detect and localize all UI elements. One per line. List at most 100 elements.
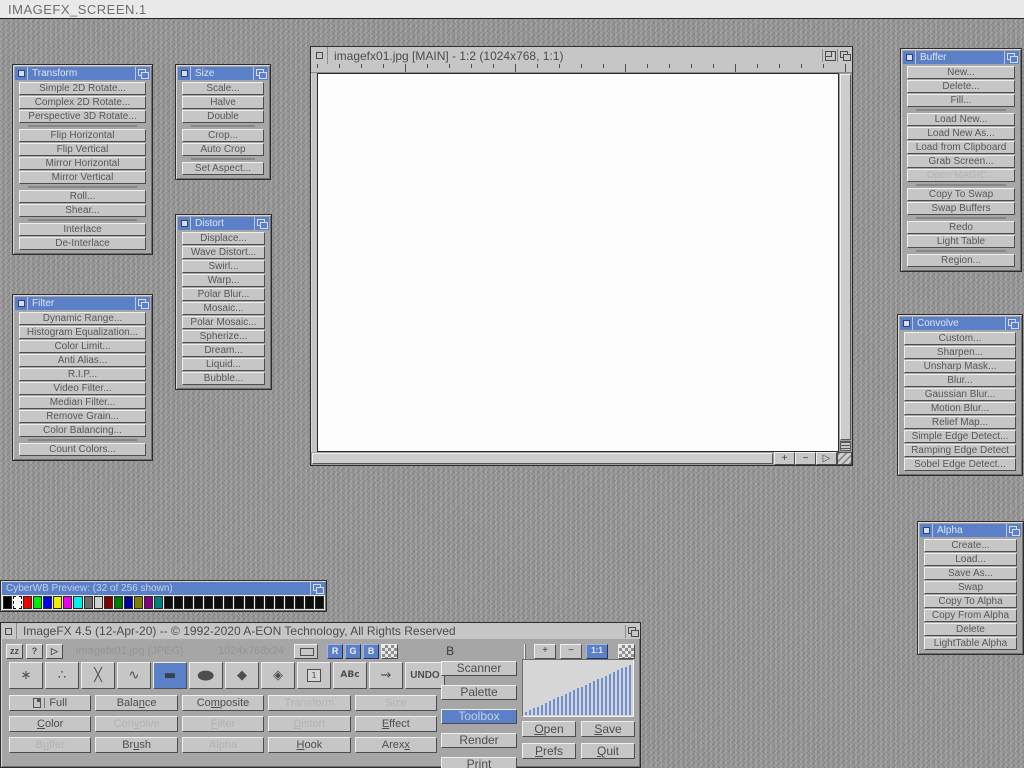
titlebar[interactable]: Size (178, 67, 268, 80)
motion-blur-button[interactable]: Motion Blur... (904, 402, 1016, 415)
titlebar[interactable]: Convolve (900, 317, 1020, 330)
ellipse-tool[interactable]: ● (189, 662, 223, 689)
interlace-button[interactable]: Interlace (19, 223, 146, 236)
color-swatch[interactable] (204, 596, 213, 609)
color-swatch[interactable] (94, 596, 103, 609)
region-button[interactable]: Region... (907, 254, 1015, 267)
color-swatch[interactable] (33, 596, 42, 609)
pattern-swatch[interactable] (618, 644, 635, 659)
perspective-3d-rotate-button[interactable]: Perspective 3D Rotate... (19, 110, 146, 123)
print-button[interactable]: Print (441, 757, 517, 768)
box-tool[interactable]: ▬ (153, 662, 187, 689)
flip-horizontal-button[interactable]: Flip Horizontal (19, 129, 146, 142)
color-swatch[interactable] (275, 596, 284, 609)
color-swatch[interactable] (154, 596, 163, 609)
color-swatch[interactable] (234, 596, 243, 609)
dynamic-range-button[interactable]: Dynamic Range... (19, 312, 146, 325)
depth-icon[interactable] (135, 297, 150, 310)
dither-swatch[interactable] (381, 644, 398, 659)
color-swatch[interactable] (43, 596, 52, 609)
color-swatch[interactable] (184, 596, 193, 609)
color-swatch[interactable] (174, 596, 183, 609)
color-swatch[interactable] (84, 596, 93, 609)
color-swatch[interactable] (134, 596, 143, 609)
bubble-button[interactable]: Bubble... (182, 372, 265, 385)
remove-grain-button[interactable]: Remove Grain... (19, 410, 146, 423)
color-swatch[interactable] (214, 596, 223, 609)
zoom-in-button[interactable]: + (774, 452, 795, 465)
custom-button[interactable]: Custom... (904, 332, 1016, 345)
smear-tool[interactable]: ◈ (261, 662, 295, 689)
polar-mosaic-button[interactable]: Polar Mosaic... (182, 316, 265, 329)
relief-map-button[interactable]: Relief Map... (904, 416, 1016, 429)
effect-button[interactable]: Effect (355, 716, 437, 732)
roll-button[interactable]: Roll... (19, 190, 146, 203)
polygon-tool[interactable]: ◆ (225, 662, 259, 689)
swap-button[interactable]: Swap (924, 581, 1017, 594)
composite-button[interactable]: Composite (182, 695, 264, 711)
simple-edge-detect-button[interactable]: Simple Edge Detect... (904, 430, 1016, 443)
color-swatch[interactable] (305, 596, 314, 609)
fill-button[interactable]: Fill... (907, 94, 1015, 107)
anti-alias-button[interactable]: Anti Alias... (19, 354, 146, 367)
blur-button[interactable]: Blur... (904, 374, 1016, 387)
depth-icon[interactable] (310, 582, 325, 595)
selected-color-swatch[interactable] (13, 596, 22, 609)
depth-icon[interactable] (1006, 524, 1021, 537)
close-icon[interactable] (15, 297, 28, 310)
grab-screen-button[interactable]: Grab Screen... (907, 155, 1015, 168)
image-window-titlebar[interactable]: imagefx01.jpg [MAIN] - 1:2 (1024x768, 1:… (311, 47, 852, 64)
depth-icon[interactable] (253, 67, 268, 80)
color-swatch[interactable] (104, 596, 113, 609)
close-icon[interactable] (15, 67, 28, 80)
color-swatch[interactable] (255, 596, 264, 609)
one-to-one-button[interactable]: 1:1 (586, 644, 608, 659)
displace-button[interactable]: Displace... (182, 232, 265, 245)
save-button[interactable]: Save (581, 721, 635, 737)
pan-button[interactable]: ▷ (816, 452, 837, 465)
quit-button[interactable]: Quit (581, 743, 635, 759)
curve-tool[interactable]: ∿ (117, 662, 151, 689)
clip-tool[interactable]: 1 (297, 662, 331, 689)
gaussian-blur-button[interactable]: Gaussian Blur... (904, 388, 1016, 401)
color-swatch[interactable] (315, 596, 324, 609)
liquid-button[interactable]: Liquid... (182, 358, 265, 371)
magnify-in-button[interactable]: + (534, 644, 556, 659)
arexx-button[interactable]: Arexx (355, 737, 437, 753)
screen-titlebar[interactable]: IMAGEFX_SCREEN.1 (0, 0, 1024, 19)
mirror-vertical-button[interactable]: Mirror Vertical (19, 171, 146, 184)
titlebar[interactable]: Transform (15, 67, 150, 80)
zoom-gadget-icon[interactable] (822, 49, 837, 62)
titlebar[interactable]: Distort (178, 217, 269, 230)
scanner-button[interactable]: Scanner (441, 661, 517, 676)
simple-2d-rotate-button[interactable]: Simple 2D Rotate... (19, 82, 146, 95)
spherize-button[interactable]: Spherize... (182, 330, 265, 343)
mirror-horizontal-button[interactable]: Mirror Horizontal (19, 157, 146, 170)
copy-to-alpha-button[interactable]: Copy To Alpha (924, 595, 1017, 608)
palette-button[interactable]: Palette (441, 685, 517, 700)
complex-2d-rotate-button[interactable]: Complex 2D Rotate... (19, 96, 146, 109)
color-swatch[interactable] (23, 596, 32, 609)
color-swatch[interactable] (295, 596, 304, 609)
color-swatch[interactable] (285, 596, 294, 609)
sharpen-button[interactable]: Sharpen... (904, 346, 1016, 359)
balance-button[interactable]: Balance (95, 695, 177, 711)
color-balancing-button[interactable]: Color Balancing... (19, 424, 146, 437)
toolbox-titlebar[interactable]: ImageFX 4.5 (12-Apr-20) -- © 1992-2020 A… (1, 623, 640, 639)
copy-from-alpha-button[interactable]: Copy From Alpha (924, 609, 1017, 622)
color-swatch[interactable] (53, 596, 62, 609)
play-button[interactable]: ▷ (46, 644, 63, 659)
blue-channel-button[interactable]: B (363, 644, 379, 659)
green-channel-button[interactable]: G (345, 644, 361, 659)
light-table-button[interactable]: Light Table (907, 235, 1015, 248)
point-tool[interactable]: ∗ (9, 662, 43, 689)
load-new-as-button[interactable]: Load New As... (907, 127, 1015, 140)
warp-button[interactable]: Warp... (182, 274, 265, 287)
color-limit-button[interactable]: Color Limit... (19, 340, 146, 353)
red-channel-button[interactable]: R (327, 644, 343, 659)
unsharp-mask-button[interactable]: Unsharp Mask... (904, 360, 1016, 373)
swap-buffers-button[interactable]: Swap Buffers (907, 202, 1015, 215)
open-button[interactable]: Open (522, 721, 576, 737)
magnify-out-button[interactable]: − (560, 644, 582, 659)
count-colors-button[interactable]: Count Colors... (19, 443, 146, 456)
